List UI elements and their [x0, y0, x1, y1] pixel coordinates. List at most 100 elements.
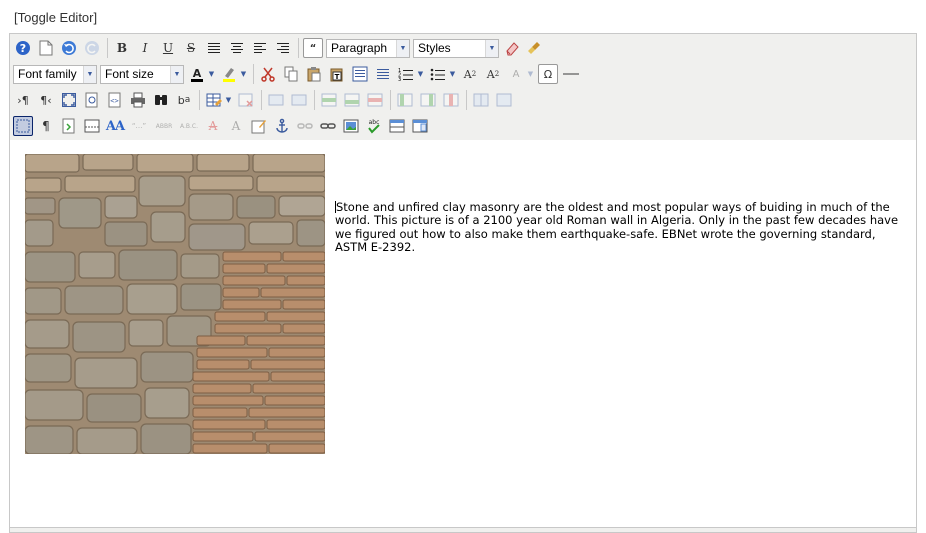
redo-icon[interactable] [82, 38, 102, 58]
svg-text:<>: <> [110, 97, 118, 105]
merge-cells-icon[interactable] [494, 90, 514, 110]
text-color-icon[interactable]: A [187, 64, 207, 84]
align-left-icon[interactable] [250, 38, 270, 58]
font-family-select-value: Font family [18, 67, 77, 81]
visual-aid-icon[interactable] [13, 116, 33, 136]
chevron-down-icon[interactable]: ▼ [239, 64, 248, 84]
blockquote-icon[interactable]: “ [303, 38, 323, 58]
fullscreen-icon[interactable] [59, 90, 79, 110]
strikethrough-icon[interactable]: S [181, 38, 201, 58]
styles-select[interactable]: Styles ▼ [413, 38, 499, 58]
underline-icon[interactable]: U [158, 38, 178, 58]
chevron-down-icon[interactable]: ▼ [448, 64, 457, 84]
insert-row-before-icon[interactable] [319, 90, 339, 110]
show-blocks-icon[interactable]: ¶ [36, 116, 56, 136]
row-after-icon[interactable] [289, 90, 309, 110]
toolbar-separator [261, 90, 262, 110]
toolbar-separator [253, 64, 254, 84]
font-size-select[interactable]: Font size ▼ [100, 64, 184, 84]
toolbar-row-1: ? B I U S “ Paragraph ▼ Styles ▼ [13, 36, 548, 60]
highlight-color-icon[interactable] [219, 64, 239, 84]
align-justify-icon[interactable] [204, 38, 224, 58]
print-icon[interactable] [128, 90, 148, 110]
font-family-select[interactable]: Font family ▼ [13, 64, 97, 84]
insertion-icon[interactable]: A [226, 116, 246, 136]
insert-row-after-icon[interactable] [342, 90, 362, 110]
numbered-list-icon[interactable]: 123 [396, 64, 416, 84]
split-cells-icon[interactable] [471, 90, 491, 110]
chevron-down-icon: ▼ [83, 65, 96, 83]
cut-icon[interactable] [258, 64, 278, 84]
absolute-position-icon[interactable] [410, 116, 430, 136]
chevron-down-icon: ▼ [396, 39, 409, 57]
code-view-icon[interactable]: <> [105, 90, 125, 110]
search-icon[interactable] [151, 90, 171, 110]
styleprops-icon[interactable]: AA [105, 116, 125, 136]
copy-icon[interactable] [281, 64, 301, 84]
rich-text-editor: ? B I U S “ Paragraph ▼ Styles ▼ Font fa… [9, 33, 917, 533]
delete-table-icon[interactable] [236, 90, 256, 110]
font-size-small-icon[interactable]: A [506, 64, 526, 84]
eraser-icon[interactable] [502, 38, 522, 58]
toolbar-separator [390, 90, 391, 110]
deletion-icon[interactable]: A [203, 116, 223, 136]
editor-content-area[interactable]: Stone and unfired clay masonry are the o… [10, 140, 916, 532]
ltr-direction-icon[interactable]: ›¶ [13, 90, 33, 110]
paste-word-icon[interactable] [350, 64, 370, 84]
unlink-icon[interactable] [295, 116, 315, 136]
special-character-icon[interactable]: Ω [538, 64, 558, 84]
row-before-icon[interactable] [266, 90, 286, 110]
delete-row-icon[interactable] [365, 90, 385, 110]
paste-text-icon[interactable]: T [327, 64, 347, 84]
toggle-editor-link[interactable]: [Toggle Editor] [14, 10, 97, 25]
cite-icon[interactable]: “…” [128, 116, 150, 136]
styles-select-value: Styles [418, 41, 451, 55]
bullet-list-icon[interactable] [428, 64, 448, 84]
subscript-icon[interactable]: A2 [460, 64, 480, 84]
align-right-icon[interactable] [273, 38, 293, 58]
superscript-icon[interactable]: A2 [483, 64, 503, 84]
cleanup-icon[interactable] [525, 38, 545, 58]
rtl-direction-icon[interactable]: ¶‹ [36, 90, 56, 110]
chevron-down-icon[interactable]: ▼ [224, 90, 233, 110]
toolbar-row-3: ›¶ ¶‹ <> ba ▼ [13, 88, 517, 112]
chevron-down-icon[interactable]: ▼ [207, 64, 216, 84]
editor-toolbar: ? B I U S “ Paragraph ▼ Styles ▼ Font fa… [10, 34, 916, 141]
toolbar-separator [199, 90, 200, 110]
svg-text:T: T [335, 73, 340, 81]
chevron-down-icon[interactable]: ▼ [416, 64, 425, 84]
toolbar-separator [466, 90, 467, 110]
align-center-icon[interactable] [227, 38, 247, 58]
format-select[interactable]: Paragraph ▼ [326, 38, 410, 58]
delete-column-icon[interactable] [441, 90, 461, 110]
insert-image-icon[interactable] [341, 116, 361, 136]
bold-icon[interactable]: B [112, 38, 132, 58]
horizontal-rule-icon[interactable] [561, 64, 581, 84]
chevron-down-icon[interactable]: ▼ [526, 64, 535, 84]
insert-table-icon[interactable] [204, 90, 224, 110]
preview-icon[interactable] [82, 90, 102, 110]
acronym-icon[interactable]: A.B.C. [178, 116, 200, 136]
select-all-icon[interactable] [373, 64, 393, 84]
undo-icon[interactable] [59, 38, 79, 58]
anchor-icon[interactable] [272, 116, 292, 136]
page-break-icon[interactable] [82, 116, 102, 136]
content-paragraph[interactable]: Stone and unfired clay masonry are the o… [335, 200, 910, 254]
help-icon[interactable]: ? [13, 38, 33, 58]
insert-column-before-icon[interactable] [395, 90, 415, 110]
link-icon[interactable] [318, 116, 338, 136]
toolbar-separator [107, 38, 108, 58]
format-select-value: Paragraph [331, 41, 388, 55]
font-size-select-value: Font size [105, 67, 154, 81]
spellcheck-icon[interactable]: abc [364, 116, 384, 136]
insert-column-after-icon[interactable] [418, 90, 438, 110]
attributes-icon[interactable] [249, 116, 269, 136]
italic-icon[interactable]: I [135, 38, 155, 58]
svg-text:A: A [193, 67, 202, 80]
new-document-icon[interactable] [36, 38, 56, 58]
paste-icon[interactable] [304, 64, 324, 84]
insert-layer-icon[interactable] [387, 116, 407, 136]
abbreviation-icon[interactable]: ABBR [153, 116, 175, 136]
replace-icon[interactable]: ba [174, 90, 194, 110]
insert-template-icon[interactable] [59, 116, 79, 136]
